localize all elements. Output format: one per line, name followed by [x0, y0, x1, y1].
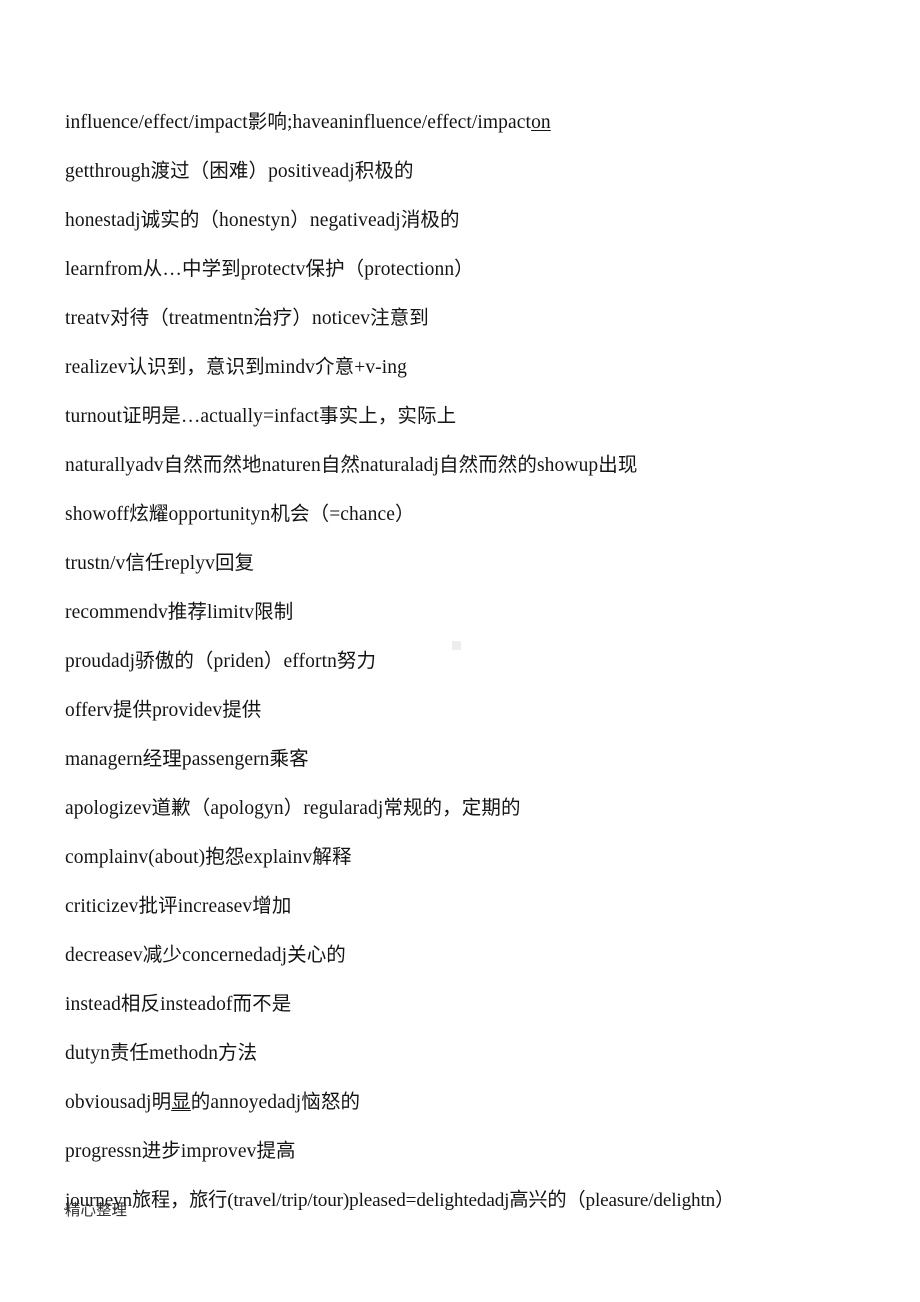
text-line-3: honestadj诚实的（honestyn）negativeadj消极的: [65, 210, 460, 231]
text-line-4: learnfrom从…中学到protectv保护（protectionn）: [65, 259, 474, 280]
text-line-6: realizev认识到，意识到mindv介意+v-ing: [65, 357, 407, 378]
text-line-23: journeyn旅程，旅行(travel/trip/tour)pleased=d…: [65, 1190, 735, 1211]
footer-note: 精心整理: [65, 1202, 128, 1219]
text-line-15: apologizev道歉（apologyn）regularadj常规的，定期的: [65, 798, 521, 819]
text-line-2: getthrough渡过（困难）positiveadj积极的: [65, 161, 414, 182]
text-line-11: recommendv推荐limitv限制: [65, 602, 294, 623]
text-line-12: proudadj骄傲的（priden）effortn努力: [65, 651, 377, 672]
text-line-14: managern经理passengern乘客: [65, 749, 309, 770]
text-line-7: turnout证明是…actually=infact事实上，实际上: [65, 406, 457, 427]
text-line-21: obviousadj明显的annoyedadj恼怒的: [65, 1078, 880, 1127]
text-line-9: showoff炫耀opportunityn机会（=chance）: [65, 504, 415, 525]
scan-speck-artifact: [452, 641, 461, 650]
text-line-20: dutyn责任methodn方法: [65, 1043, 258, 1064]
line-21-underlined-char: 显: [171, 1092, 191, 1113]
text-line-16: complainv(about)抱怨explainv解释: [65, 847, 352, 868]
line-21-prefix: obviousadj明: [65, 1092, 172, 1113]
document-page: influence/effect/impact影响;haveaninfluenc…: [0, 0, 920, 1302]
document-text-body: influence/effect/impact影响;haveaninfluenc…: [65, 98, 880, 1225]
text-line-22: progressn进步improvev提高: [65, 1141, 296, 1162]
text-line-18: decreasev减少concernedadj关心的: [65, 945, 346, 966]
text-line-8: naturallyadv自然而然地naturen自然naturaladj自然而然…: [65, 455, 638, 476]
text-line-5: treatv对待（treatmentn治疗）noticev注意到: [65, 308, 429, 329]
line-1-text: influence/effect/impact影响;haveaninfluenc…: [65, 112, 532, 133]
text-line-13: offerv提供providev提供: [65, 700, 262, 721]
text-line-19: instead相反insteadof而不是: [65, 994, 292, 1015]
line-21-suffix: 的annoyedadj恼怒的: [190, 1092, 361, 1113]
line-1-underlined-tail: on: [531, 112, 551, 133]
text-line-10: trustn/v信任replyv回复: [65, 553, 255, 574]
text-line-17: criticizev批评increasev增加: [65, 896, 292, 917]
text-line-1: influence/effect/impact影响;haveaninfluenc…: [65, 98, 880, 147]
